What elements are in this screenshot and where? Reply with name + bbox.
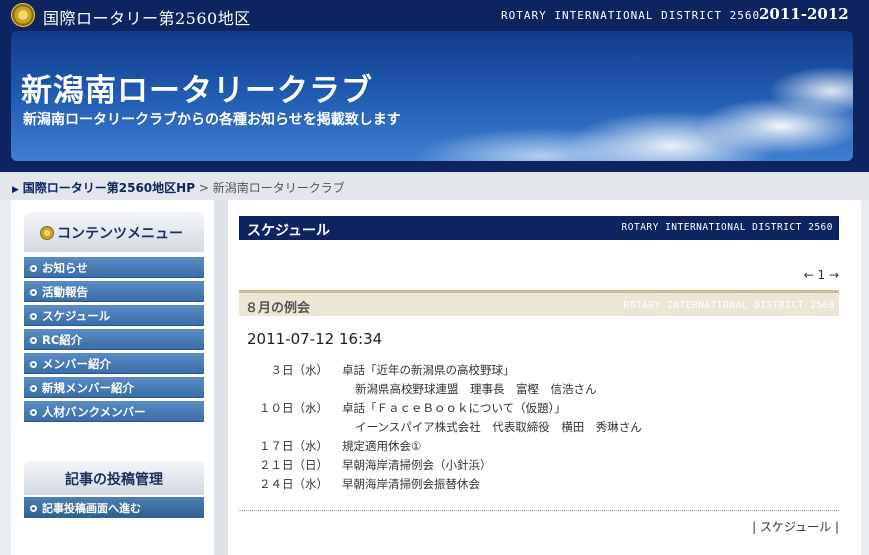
event-text: 卓話「ＦａｃｅＢｏｏｋについて（仮題）」: [342, 401, 566, 415]
sidebar: コンテンツメニュー お知らせ 活動報告 スケジュール RC紹介 メンバー紹介 新…: [11, 200, 214, 555]
schedule-footer-link[interactable]: | スケジュール |: [752, 518, 839, 535]
bullet-icon: [30, 385, 37, 392]
post-editor-link-label: 記事投稿画面へ進む: [42, 502, 141, 515]
sidebar-item-label: お知らせ: [42, 261, 88, 275]
sidebar-item-news[interactable]: お知らせ: [24, 257, 204, 278]
bullet-icon: [30, 313, 37, 320]
event-text: 早朝海岸清掃例会（小針浜）: [342, 458, 492, 472]
sidebar-item-label: 活動報告: [42, 285, 88, 299]
rotary-logo-icon: [11, 3, 35, 27]
top-bar: 国際ロータリー第2560地区 ROTARY INTERNATIONAL DIST…: [0, 0, 869, 30]
section-title: スケジュール: [247, 223, 331, 239]
bullet-icon: [30, 505, 37, 512]
bullet-icon: [30, 265, 37, 272]
event-text: 規定適用休会①: [342, 439, 422, 453]
event-detail: イーンスパイア株式会社 代表取締役 横田 秀琳さん: [355, 420, 642, 434]
club-name: 新潟南ロータリークラブ: [21, 73, 373, 109]
pager[interactable]: ← 1 →: [804, 268, 839, 282]
content-menu: お知らせ 活動報告 スケジュール RC紹介 メンバー紹介 新規メンバー紹介 人材…: [24, 257, 204, 425]
article-english-title: ROTARY INTERNATIONAL DISTRICT 2560: [623, 300, 835, 311]
event-day: １７日（水）: [259, 439, 328, 453]
section-english-title: ROTARY INTERNATIONAL DISTRICT 2560: [621, 222, 833, 233]
sidebar-item-rc-intro[interactable]: RC紹介: [24, 329, 204, 350]
header-banner: 新潟南ロータリークラブ 新潟南ロータリークラブからの各種お知らせを掲載致します: [11, 31, 853, 161]
post-editor-link[interactable]: 記事投稿画面へ進む: [24, 497, 204, 518]
content-menu-title: コンテンツメニュー: [57, 226, 183, 242]
event-list: ３日（水） 卓話「近年の新潟県の高校野球」 新潟県高校野球連盟 理事長 富樫 信…: [248, 362, 808, 495]
event-detail-row: 新潟県高校野球連盟 理事長 富樫 信浩さん: [248, 381, 808, 400]
sidebar-item-label: 新規メンバー紹介: [42, 381, 134, 395]
post-date: 2011-07-12 16:34: [247, 330, 383, 348]
sidebar-item-schedule[interactable]: スケジュール: [24, 305, 204, 326]
event-text: 卓話「近年の新潟県の高校野球」: [342, 363, 515, 377]
breadcrumb-arrow-icon: ▶: [12, 185, 19, 195]
event-day: ３日（水）: [270, 363, 329, 377]
breadcrumb: ▶ 国際ロータリー第2560地区HP > 新潟南ロータリークラブ: [0, 172, 869, 200]
sidebar-item-label: メンバー紹介: [42, 357, 111, 371]
content-panel: スケジュール ROTARY INTERNATIONAL DISTRICT 256…: [228, 200, 861, 555]
sidebar-item-activity-report[interactable]: 活動報告: [24, 281, 204, 302]
event-row: １７日（水） 規定適用休会①: [248, 438, 808, 457]
header-banner-wrap: 新潟南ロータリークラブ 新潟南ロータリークラブからの各種お知らせを掲載致します: [0, 30, 869, 172]
breadcrumb-separator: >: [198, 181, 209, 195]
sidebar-item-label: RC紹介: [42, 333, 83, 347]
main-area: コンテンツメニュー お知らせ 活動報告 スケジュール RC紹介 メンバー紹介 新…: [11, 200, 861, 555]
event-day: ２１日（日）: [259, 458, 328, 472]
event-text: 早朝海岸清掃例会振替休会: [342, 477, 480, 491]
event-row: ２４日（水） 早朝海岸清掃例会振替休会: [248, 476, 808, 495]
sidebar-item-members[interactable]: メンバー紹介: [24, 353, 204, 374]
event-row: ３日（水） 卓話「近年の新潟県の高校野球」: [248, 362, 808, 381]
bullet-icon: [30, 289, 37, 296]
breadcrumb-current: 新潟南ロータリークラブ: [212, 181, 345, 195]
bullet-icon: [30, 409, 37, 416]
rotary-badge-icon: [40, 226, 54, 240]
sidebar-item-talent-bank[interactable]: 人材バンクメンバー: [24, 401, 204, 422]
article-title: ８月の例会: [245, 301, 311, 316]
event-row: ２１日（日） 早朝海岸清掃例会（小針浜）: [248, 457, 808, 476]
event-row: １０日（水） 卓話「ＦａｃｅＢｏｏｋについて（仮題）」: [248, 400, 808, 419]
event-detail-row: イーンスパイア株式会社 代表取締役 横田 秀琳さん: [248, 419, 808, 438]
bullet-icon: [30, 361, 37, 368]
post-management-header: 記事の投稿管理: [24, 461, 204, 495]
sidebar-item-label: 人材バンクメンバー: [42, 405, 146, 419]
district-title: 国際ロータリー第2560地区: [43, 9, 251, 28]
sidebar-item-label: スケジュール: [42, 309, 111, 323]
club-subtitle: 新潟南ロータリークラブからの各種お知らせを掲載致します: [23, 112, 401, 128]
event-day: ２４日（水）: [259, 477, 328, 491]
section-header: スケジュール ROTARY INTERNATIONAL DISTRICT 256…: [239, 216, 839, 240]
event-detail: 新潟県高校野球連盟 理事長 富樫 信浩さん: [355, 382, 597, 396]
bullet-icon: [30, 337, 37, 344]
rotary-year: 2011-2012: [759, 5, 849, 23]
event-day: １０日（水）: [259, 401, 328, 415]
district-english-title: ROTARY INTERNATIONAL DISTRICT 2560: [501, 9, 761, 22]
breadcrumb-home-link[interactable]: 国際ロータリー第2560地区HP: [23, 181, 195, 195]
divider: [239, 510, 839, 511]
content-menu-header: コンテンツメニュー: [24, 212, 204, 252]
article-header: ８月の例会 ROTARY INTERNATIONAL DISTRICT 2560: [239, 290, 839, 316]
sidebar-item-new-members[interactable]: 新規メンバー紹介: [24, 377, 204, 398]
